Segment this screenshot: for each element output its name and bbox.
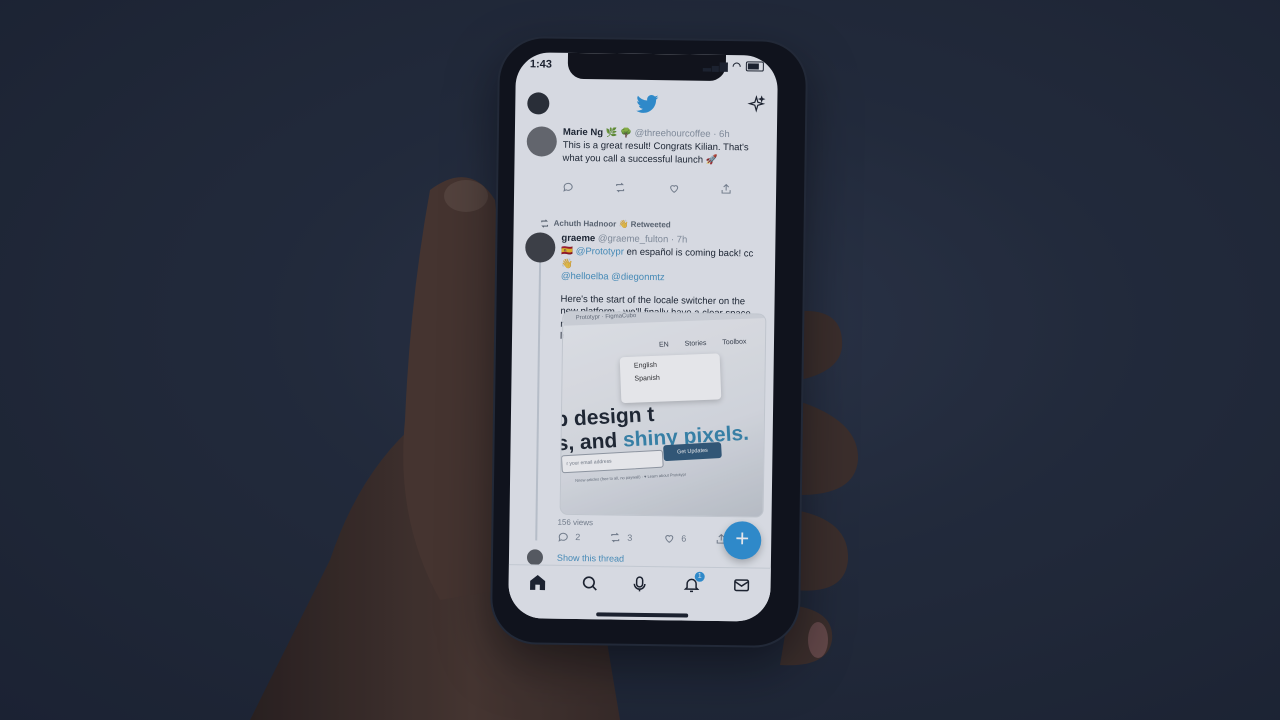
author-handle[interactable]: @graeme_fulton <box>598 233 669 245</box>
battery-icon <box>745 61 764 72</box>
like-button[interactable] <box>668 182 680 194</box>
view-count: 156 views <box>557 517 594 528</box>
retweet-icon <box>541 219 549 228</box>
phone: 1:43 ▂▄▆ ◠ Marie Ng 🌿 🌳 @threehourcoffee… <box>491 37 807 647</box>
tab-spaces[interactable] <box>630 575 650 595</box>
reply-button[interactable]: 2 <box>557 531 580 543</box>
sparkle-icon[interactable] <box>747 95 766 113</box>
media-browser-tabs: Prototypr · FigmaCubo <box>563 310 766 326</box>
author-name[interactable]: Marie Ng <box>563 127 603 139</box>
retweeted-by: Achuth Hadnoor 👋 Retweeted <box>553 218 671 230</box>
plus-icon: + <box>735 525 750 553</box>
author-name[interactable]: graeme <box>561 233 595 244</box>
tab-notifications[interactable]: 1 <box>682 571 705 595</box>
photo-scene: 1:43 ▂▄▆ ◠ Marie Ng 🌿 🌳 @threehourcoffee… <box>0 0 1280 720</box>
heart-icon <box>670 185 679 193</box>
notifications-badge: 1 <box>694 571 705 582</box>
media-nav: EN Stories Toolbox <box>658 338 761 349</box>
retweet-count: 3 <box>627 532 633 543</box>
profile-avatar[interactable] <box>527 92 550 115</box>
reply-button[interactable] <box>562 181 574 193</box>
tab-home[interactable] <box>528 573 548 593</box>
tweet-age: · 6h <box>713 128 730 141</box>
microphone-icon <box>633 576 646 592</box>
like-count: 6 <box>681 533 687 544</box>
like-button[interactable]: 6 <box>663 532 686 544</box>
status-bar: 1:43 ▂▄▆ ◠ <box>530 58 764 77</box>
phone-screen: 1:43 ▂▄▆ ◠ Marie Ng 🌿 🌳 @threehourcoffee… <box>508 52 779 622</box>
media-lang: EN <box>658 341 669 349</box>
tab-messages[interactable] <box>732 576 752 596</box>
media-toolbox: Toolbox <box>722 338 747 347</box>
tweet-actions <box>562 181 764 198</box>
retweet-icon <box>611 532 620 543</box>
mail-icon <box>734 579 750 592</box>
comment-icon <box>558 532 568 542</box>
share-button[interactable] <box>720 183 732 195</box>
retweet-button[interactable] <box>614 181 626 193</box>
tweet-text: This is a great result! Congrats Kilian.… <box>562 139 749 166</box>
tweet-header: graeme @graeme_fulton · 7h <box>561 233 765 247</box>
retweet-button[interactable]: 3 <box>609 531 632 543</box>
reply-count: 2 <box>575 531 581 542</box>
tab-search[interactable] <box>580 574 600 594</box>
media-get-updates-button: Get Updates <box>663 442 722 462</box>
tweet-media-image[interactable]: Prototypr · FigmaCubo EN Stories Toolbox… <box>559 310 767 518</box>
retweet-indicator[interactable]: Achuth Hadnoor 👋 Retweeted <box>540 218 671 230</box>
status-icons: ▂▄▆ ◠ <box>703 61 764 73</box>
show-thread-link[interactable]: Show this thread <box>557 553 624 564</box>
tweet-header: Marie Ng 🌿 🌳 @threehourcoffee · 6h <box>562 126 730 141</box>
mention-link[interactable]: @Prototypr <box>576 246 624 258</box>
tweet-1[interactable]: Marie Ng 🌿 🌳 @threehourcoffee · 6h This … <box>514 124 777 218</box>
avatar[interactable] <box>526 126 557 157</box>
search-icon <box>582 576 597 591</box>
bottom-tab-bar: 1 <box>508 564 771 622</box>
tweet-age: · 7h <box>670 234 688 246</box>
home-indicator <box>596 612 689 618</box>
avatar[interactable] <box>525 232 556 263</box>
media-stories: Stories <box>684 339 707 348</box>
author-handle[interactable]: @threehourcoffee <box>635 128 711 140</box>
retweet-icon <box>616 182 625 193</box>
twitter-logo-icon[interactable] <box>635 92 659 116</box>
status-time: 1:43 <box>529 58 552 71</box>
comment-icon <box>563 182 573 192</box>
share-icon <box>721 183 731 194</box>
thread-avatar <box>526 549 544 566</box>
home-icon <box>530 574 546 591</box>
mention-links[interactable]: @helloelba @diegonmtz <box>561 271 665 283</box>
media-fine-print: Nnew articles (free to all, no paywall) … <box>575 471 687 483</box>
media-language-menu: English Spanish <box>619 353 722 404</box>
heart-icon <box>665 535 674 543</box>
top-bar <box>515 84 777 122</box>
